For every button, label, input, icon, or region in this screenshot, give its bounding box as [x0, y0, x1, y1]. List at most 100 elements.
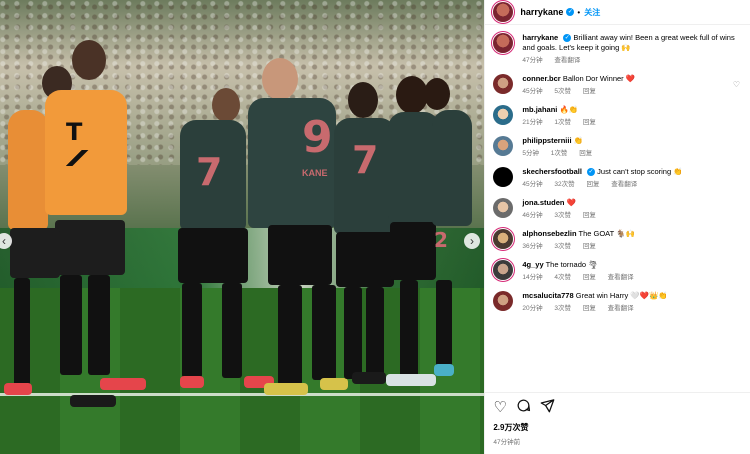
comment-time[interactable]: 20分钟 [522, 305, 542, 312]
player-leg [400, 280, 418, 378]
like-count[interactable]: 2.9万次赞 [485, 422, 750, 433]
comment-like-icon[interactable]: ♡ [733, 80, 740, 89]
comment-text: 🔥👏 [559, 105, 579, 114]
caption-username[interactable]: harrykane [522, 33, 558, 42]
author-avatar[interactable] [493, 33, 514, 53]
staff-leg [88, 275, 110, 375]
see-translation-link[interactable]: 查看翻译 [608, 305, 634, 312]
reply-button[interactable]: 回复 [583, 212, 596, 219]
comment-icon[interactable] [516, 398, 531, 416]
kane-shorts [268, 225, 332, 285]
jersey-number: 2 [434, 228, 448, 252]
comment-time[interactable]: 45分钟 [522, 181, 542, 188]
player-leg [344, 287, 362, 379]
separator-dot: • [577, 7, 581, 17]
reply-button[interactable]: 回复 [579, 150, 592, 157]
comment-likes[interactable]: 1次赞 [554, 119, 571, 126]
comment-likes[interactable]: 5次赞 [554, 88, 571, 95]
comment-text: ❤️ [566, 198, 576, 207]
see-translation-link[interactable]: 查看翻译 [554, 57, 580, 64]
comment-item: philippsterniii 👏 5分钟 1次赞 回复 [485, 136, 750, 159]
player-head [212, 88, 240, 122]
commenter-avatar[interactable] [493, 136, 514, 156]
reply-button[interactable]: 回复 [583, 88, 596, 95]
commenter-avatar[interactable] [493, 291, 514, 311]
comment-username[interactable]: conner.bcr [522, 74, 560, 83]
verified-icon: ✓ [566, 8, 575, 16]
comment-item: alphonsebezlin The GOAT 🐐🙌 36分钟 3次赞 回复 [485, 229, 750, 252]
comment-username[interactable]: jona.studen [522, 198, 564, 207]
staff-figure-back [8, 110, 48, 230]
comment-time[interactable]: 5分钟 [522, 150, 539, 157]
jersey-name: KANE [302, 168, 328, 178]
commenter-avatar[interactable] [493, 167, 514, 187]
next-photo-button[interactable]: › [464, 233, 480, 249]
boot [264, 383, 308, 395]
comment-likes[interactable]: 4次赞 [554, 274, 571, 281]
see-translation-link[interactable]: 查看翻译 [608, 274, 634, 281]
boot [4, 383, 32, 395]
comment-text: The tornado 🌪 [545, 260, 598, 269]
follow-button[interactable]: 关注 [584, 7, 600, 18]
comment-item: 4g_yy The tornado 🌪 14分钟 4次赞 回复 查看翻译 [485, 260, 750, 283]
player-leg [182, 283, 202, 378]
boot [352, 372, 386, 384]
post-photo[interactable]: T 7 9 KANE 7 2 ‹ › [0, 0, 485, 454]
caption-time[interactable]: 47分钟 [522, 57, 542, 64]
reply-button[interactable]: 回复 [586, 181, 599, 188]
comment-time[interactable]: 45分钟 [522, 88, 542, 95]
comment-username[interactable]: mcsalucita778 [522, 291, 573, 300]
reply-button[interactable]: 回复 [583, 305, 596, 312]
comment-time[interactable]: 14分钟 [522, 274, 542, 281]
author-username[interactable]: harrykane [520, 7, 563, 17]
boot [386, 374, 436, 386]
player-leg [222, 283, 242, 378]
boot [180, 376, 204, 388]
comment-text: Ballon Dor Winner ❤️ [562, 74, 636, 83]
jersey-number: 7 [352, 138, 379, 182]
comment-time[interactable]: 21分钟 [522, 119, 542, 126]
reply-button[interactable]: 回复 [583, 119, 596, 126]
comment-username[interactable]: philippsterniii [522, 136, 571, 145]
kane-leg [312, 285, 336, 380]
comment-time[interactable]: 36分钟 [522, 243, 542, 250]
comment-username[interactable]: mb.jahani [522, 105, 557, 114]
comment-likes[interactable]: 3次赞 [554, 243, 571, 250]
staff-shorts [55, 220, 125, 275]
comment-username[interactable]: 4g_yy [522, 260, 543, 269]
comment-username[interactable]: alphonsebezlin [522, 229, 576, 238]
caption: harrykane ✓ Brilliant away win! Been a g… [485, 33, 750, 66]
share-icon[interactable] [540, 398, 555, 416]
comment-likes[interactable]: 32次赞 [554, 181, 574, 188]
player-leg [436, 280, 452, 375]
heart-icon[interactable]: ♡ [493, 400, 506, 415]
commenter-avatar[interactable] [493, 260, 514, 280]
reply-button[interactable]: 回复 [583, 274, 596, 281]
commenter-avatar[interactable] [493, 74, 514, 94]
boot [320, 378, 348, 390]
commenter-avatar[interactable] [493, 229, 514, 249]
see-translation-link[interactable]: 查看翻译 [611, 181, 637, 188]
comment-time[interactable]: 46分钟 [522, 212, 542, 219]
comment-likes[interactable]: 3次赞 [554, 305, 571, 312]
comment-text: 👏 [573, 136, 583, 145]
staff-leg [60, 275, 82, 375]
boot [100, 378, 146, 390]
comment-item: skechersfootball ✓ Just can't stop scori… [485, 167, 750, 190]
post-dialog: T 7 9 KANE 7 2 ‹ › harrykane ✓ • 关注 harr… [0, 0, 750, 454]
player-leg [366, 287, 384, 379]
staff-leg-back [14, 278, 30, 388]
verified-icon: ✓ [587, 168, 596, 177]
comment-likes[interactable]: 3次赞 [554, 212, 571, 219]
commenter-avatar[interactable] [493, 198, 514, 218]
comment-item: jona.studen ❤️ 46分钟 3次赞 回复 [485, 198, 750, 221]
comment-text: The GOAT 🐐🙌 [578, 229, 635, 238]
comment-username[interactable]: skechersfootball [522, 167, 582, 176]
player-head [348, 82, 378, 118]
commenter-avatar[interactable] [493, 105, 514, 125]
author-avatar[interactable] [493, 2, 514, 22]
comment-likes[interactable]: 1次赞 [551, 150, 568, 157]
reply-button[interactable]: 回复 [583, 243, 596, 250]
player-shorts [178, 228, 248, 283]
jersey-number: 7 [196, 150, 223, 194]
